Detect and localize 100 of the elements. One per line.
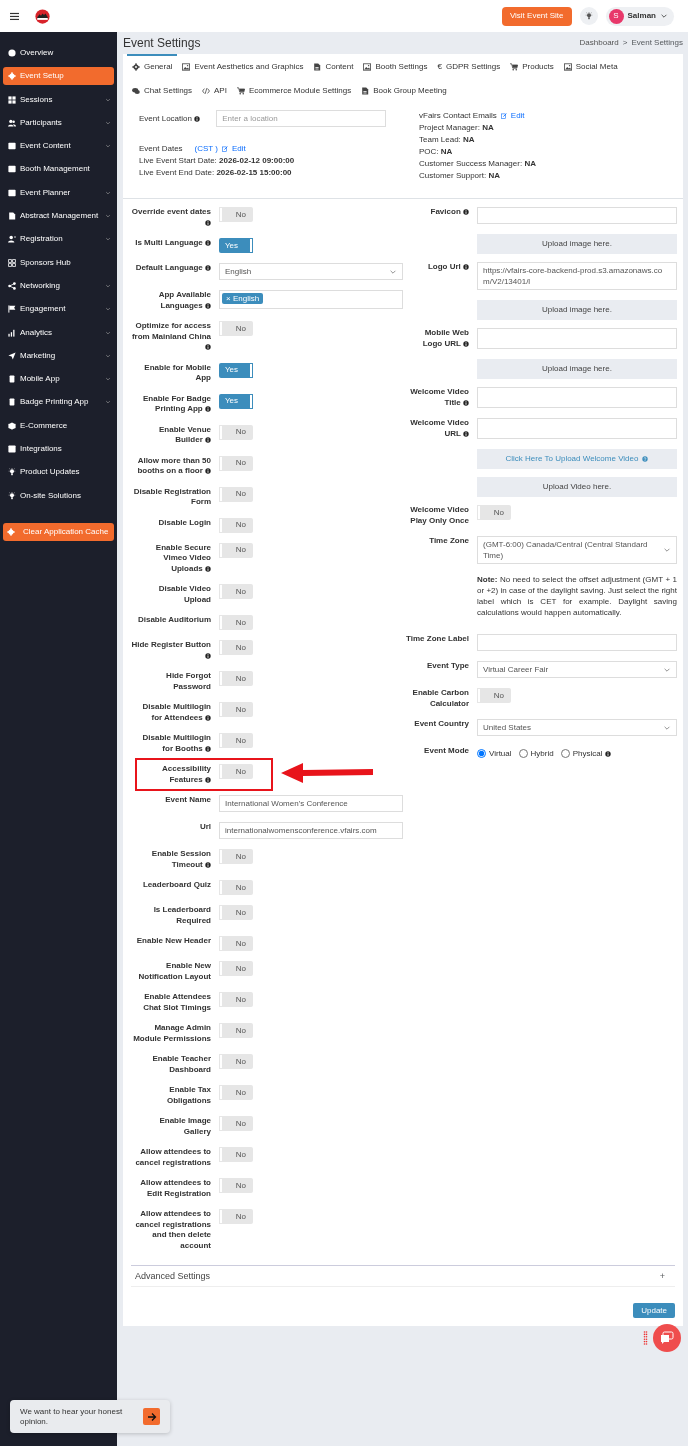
- toggle-switch[interactable]: No: [219, 1147, 253, 1163]
- tab[interactable]: Booth Settings: [358, 54, 433, 79]
- expand-icon[interactable]: +: [659, 1269, 665, 1284]
- sidebar-item[interactable]: On-site Solutions: [3, 486, 114, 505]
- toggle-switch[interactable]: No: [219, 702, 253, 718]
- tab[interactable]: Products: [505, 54, 559, 79]
- field-label: Override event dates: [131, 207, 211, 229]
- sidebar-item[interactable]: Engagement: [3, 300, 114, 319]
- timezone-link[interactable]: (CST ): [194, 143, 218, 156]
- text-field[interactable]: [477, 634, 677, 652]
- sidebar-item[interactable]: Registration: [3, 230, 114, 249]
- update-button[interactable]: Update: [633, 1303, 675, 1319]
- sidebar-item[interactable]: Analytics: [3, 323, 114, 342]
- toggle-switch[interactable]: No: [477, 688, 511, 704]
- toggle-switch[interactable]: No: [219, 640, 253, 656]
- upload-button[interactable]: Upload image here.: [477, 234, 677, 255]
- select-field[interactable]: Virtual Career Fair: [477, 661, 677, 679]
- text-field[interactable]: International Women's Conference: [219, 795, 403, 813]
- toggle-switch[interactable]: No: [219, 615, 253, 631]
- toggle-switch[interactable]: No: [219, 486, 253, 502]
- sidebar-item[interactable]: Mobile App: [3, 370, 114, 389]
- toggle-switch[interactable]: No: [219, 733, 253, 749]
- toggle-switch[interactable]: No: [219, 905, 253, 921]
- toggle-switch[interactable]: No: [219, 936, 253, 952]
- drag-handle-icon[interactable]: [643, 1331, 648, 1345]
- tab[interactable]: Book Group Meeting: [356, 78, 452, 103]
- toggle-switch[interactable]: No: [219, 207, 253, 223]
- toggle-switch[interactable]: No: [219, 961, 253, 977]
- sidebar-item[interactable]: Event Planner: [3, 183, 114, 202]
- edit-link[interactable]: Edit: [222, 143, 246, 156]
- tag-field[interactable]: × English: [219, 290, 403, 310]
- toggle-switch[interactable]: No: [219, 1178, 253, 1194]
- toggle-switch[interactable]: No: [219, 880, 253, 896]
- sidebar-item[interactable]: Networking: [3, 276, 114, 295]
- location-field[interactable]: Enter a location: [216, 110, 387, 128]
- tab[interactable]: Social Meta: [558, 54, 623, 79]
- select-field[interactable]: (GMT-6:00) Canada/Central (Central Standard Time): [477, 536, 677, 565]
- upload-button[interactable]: Upload Video here.: [477, 477, 677, 498]
- select-field[interactable]: English: [219, 263, 403, 281]
- sidebar-item[interactable]: E-Commerce: [3, 416, 114, 435]
- image-icon: [182, 63, 191, 72]
- upload-button[interactable]: Upload image here.: [477, 300, 677, 321]
- select-field[interactable]: United States: [477, 719, 677, 737]
- toggle-switch[interactable]: Yes: [219, 238, 253, 254]
- sidebar-item[interactable]: Participants: [3, 113, 114, 132]
- feedback-arrow-button[interactable]: [143, 1408, 160, 1425]
- menu-icon[interactable]: [10, 11, 19, 21]
- toggle-switch[interactable]: No: [219, 992, 253, 1008]
- toggle-switch[interactable]: No: [219, 424, 253, 440]
- tab[interactable]: General: [127, 54, 178, 79]
- text-field[interactable]: https://vfairs-core-backend-prod.s3.amazonaws.com/V2/13401/l: [477, 262, 677, 291]
- tab[interactable]: Ecommerce Module Settings: [231, 78, 357, 103]
- toggle-switch[interactable]: Yes: [219, 393, 253, 409]
- edit-link[interactable]: Edit: [500, 110, 525, 123]
- toggle-switch[interactable]: No: [219, 1209, 253, 1225]
- toggle-switch[interactable]: No: [219, 1085, 253, 1101]
- sidebar-item[interactable]: Product Updates: [3, 463, 114, 482]
- chat-button[interactable]: [653, 1324, 681, 1352]
- radio-button[interactable]: [560, 749, 570, 759]
- toggle-switch[interactable]: No: [219, 1054, 253, 1070]
- toggle-switch[interactable]: No: [219, 542, 253, 558]
- sidebar-item[interactable]: Sponsors Hub: [3, 253, 114, 272]
- lightbulb-button[interactable]: [579, 7, 598, 25]
- text-field[interactable]: [477, 328, 677, 350]
- toggle-switch[interactable]: No: [219, 764, 253, 780]
- radio-button[interactable]: [477, 749, 486, 759]
- breadcrumb-item[interactable]: Dashboard: [579, 37, 619, 50]
- text-field[interactable]: [477, 387, 677, 409]
- text-field[interactable]: [477, 418, 677, 440]
- sidebar-item[interactable]: Overview: [3, 44, 114, 62]
- toggle-switch[interactable]: No: [219, 455, 253, 471]
- toggle-switch[interactable]: No: [219, 517, 253, 533]
- sidebar-item[interactable]: Sessions: [3, 90, 114, 109]
- user-menu[interactable]: S Salman: [605, 6, 674, 26]
- tab[interactable]: Event Aesthetics and Graphics: [177, 54, 309, 79]
- tab[interactable]: Content: [308, 54, 359, 79]
- tab[interactable]: Chat Settings: [127, 78, 198, 103]
- sidebar-item[interactable]: Event Content: [3, 137, 114, 156]
- advanced-settings-header[interactable]: Advanced Settings +: [131, 1265, 675, 1288]
- toggle-switch[interactable]: No: [219, 584, 253, 600]
- text-field[interactable]: [477, 207, 677, 225]
- language-tag[interactable]: × English: [222, 293, 264, 305]
- toggle-switch[interactable]: No: [219, 1116, 253, 1132]
- toggle-switch[interactable]: No: [219, 849, 253, 865]
- toggle-switch[interactable]: Yes: [219, 362, 253, 378]
- toggle-switch[interactable]: No: [219, 1023, 253, 1039]
- radio-button[interactable]: [518, 749, 528, 759]
- sidebar-item[interactable]: Integrations: [3, 440, 114, 459]
- sidebar-item[interactable]: Badge Printing App: [3, 393, 114, 412]
- sidebar-item[interactable]: Booth Management: [3, 160, 114, 179]
- toggle-switch[interactable]: No: [477, 505, 511, 521]
- text-field[interactable]: internationalwomensconference.vfairs.com: [219, 822, 403, 840]
- field-label: Disable Login: [157, 517, 211, 529]
- sidebar-item[interactable]: Abstract Management: [3, 207, 114, 226]
- toggle-switch[interactable]: No: [219, 321, 253, 337]
- tab[interactable]: € GDPR Settings: [432, 54, 506, 79]
- sidebar-item[interactable]: Marketing: [3, 346, 114, 365]
- upload-button[interactable]: Upload image here.: [477, 359, 677, 380]
- tab[interactable]: API: [197, 78, 232, 103]
- toggle-switch[interactable]: No: [219, 671, 253, 687]
